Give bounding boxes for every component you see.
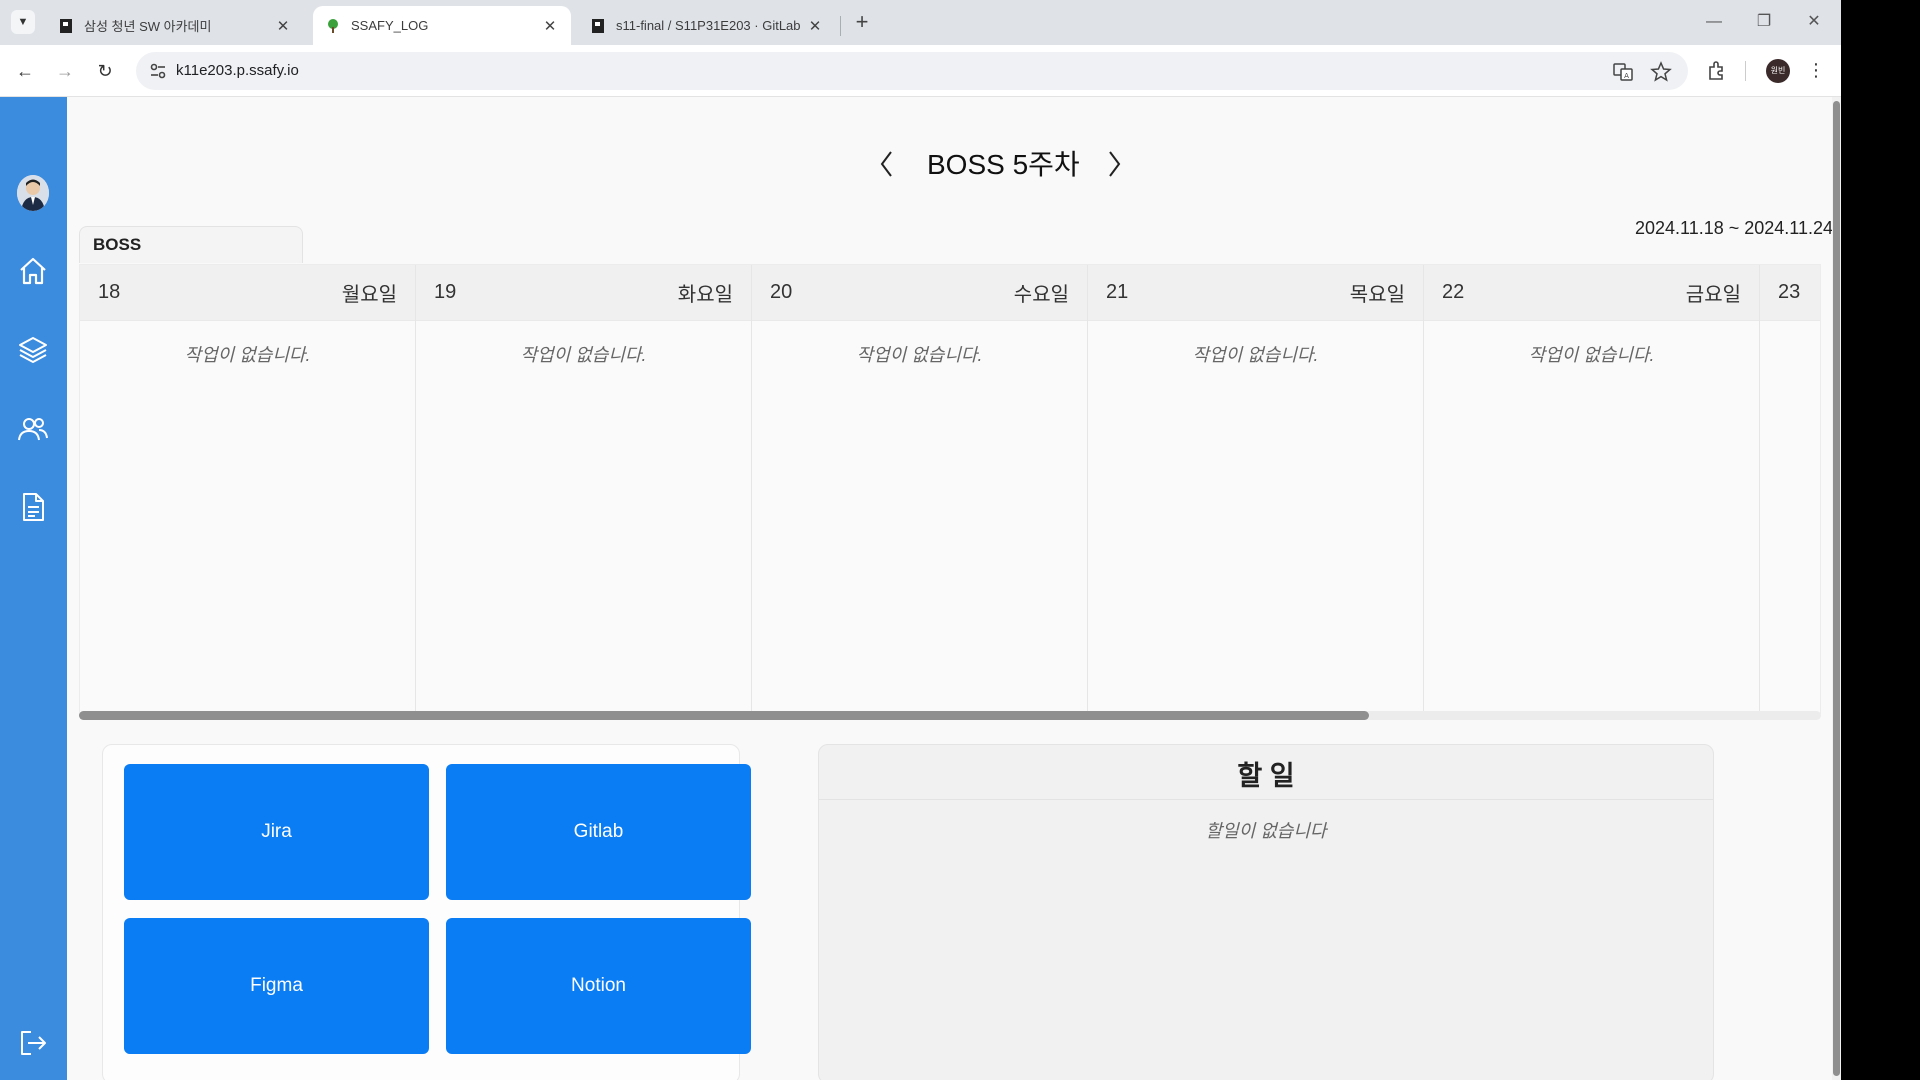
browser-tab-gitlab[interactable]: s11-final / S11P31E203 · GitLab ✕ — [578, 6, 836, 45]
browser-tab-ssafy-academy[interactable]: 삼성 청년 SW 아카데미 ✕ — [46, 6, 304, 45]
weekly-calendar: 18 월요일 작업이 없습니다. 19 화요일 작업이 없습니다. 20 수요일… — [79, 264, 1821, 714]
todo-title: 할 일 — [819, 745, 1713, 800]
week-title: BOSS 5주차 — [927, 149, 1080, 180]
day-empty-message: 작업이 없습니다. — [1192, 345, 1319, 365]
day-header: 21 목요일 — [1088, 265, 1423, 321]
jira-button[interactable]: Jira — [124, 764, 429, 900]
ssafy-favicon-icon — [58, 18, 74, 34]
day-weekday: 월요일 — [341, 284, 397, 306]
chevron-right-icon[interactable] — [1103, 149, 1125, 179]
day-date: 18 — [98, 281, 121, 303]
close-icon[interactable]: ✕ — [274, 17, 292, 35]
tab-title: s11-final / S11P31E203 · GitLab — [616, 18, 801, 33]
tab-search-button[interactable]: ▼ — [11, 10, 35, 34]
date-range: 2024.11.18 ~ 2024.11.24 — [1634, 218, 1833, 238]
site-settings-icon[interactable] — [148, 61, 168, 81]
day-weekday: 수요일 — [1013, 284, 1069, 306]
forward-button[interactable]: → — [51, 57, 79, 85]
day-weekday: 목요일 — [1349, 284, 1405, 306]
day-column: 23 — [1760, 265, 1820, 713]
project-tab[interactable]: BOSS — [79, 226, 303, 263]
day-empty-message: 작업이 없습니다. — [1528, 345, 1655, 365]
tab-divider — [840, 16, 841, 36]
todo-panel: 할 일 할일이 없습니다 — [818, 744, 1714, 1080]
chevron-down-icon: ▼ — [17, 16, 29, 28]
day-empty-message: 작업이 없습니다. — [520, 345, 647, 365]
restore-button[interactable]: ❐ — [1744, 8, 1784, 36]
day-header: 18 월요일 — [80, 265, 415, 321]
new-tab-button[interactable]: + — [848, 8, 876, 36]
day-column: 20 수요일 작업이 없습니다. — [752, 265, 1088, 713]
address-bar[interactable]: k11e203.p.ssafy.io A — [136, 52, 1688, 90]
tab-title: SSAFY_LOG — [351, 18, 429, 33]
day-header: 19 화요일 — [416, 265, 751, 321]
close-icon: ✕ — [1807, 13, 1821, 30]
day-column: 21 목요일 작업이 없습니다. — [1088, 265, 1424, 713]
back-button[interactable]: ← — [11, 57, 39, 85]
profile-avatar[interactable]: 원빈 — [1766, 59, 1790, 83]
day-weekday: 화요일 — [677, 284, 733, 306]
layers-icon[interactable] — [17, 334, 49, 366]
week-navigation: BOSS 5주차 — [67, 143, 1841, 183]
arrow-right-icon: → — [56, 61, 74, 81]
day-header: 20 수요일 — [752, 265, 1087, 321]
users-icon[interactable] — [17, 413, 49, 445]
browser-tab-ssafy-log[interactable]: SSAFY_LOG ✕ — [313, 6, 571, 45]
svg-text:A: A — [1624, 72, 1629, 80]
day-empty-message: 작업이 없습니다. — [184, 345, 311, 365]
reload-icon: ↻ — [97, 61, 113, 81]
restore-icon: ❐ — [1756, 13, 1772, 30]
screen: ▼ 삼성 청년 SW 아카데미 ✕ SSAFY_LOG ✕ s11-final … — [0, 0, 1841, 1080]
page-scrollbar[interactable] — [1832, 97, 1841, 1080]
app-sidebar — [0, 97, 67, 1080]
extensions-icon[interactable] — [1705, 59, 1729, 83]
day-date: 23 — [1778, 281, 1801, 303]
arrow-left-icon: ← — [16, 61, 34, 81]
day-empty-message: 작업이 없습니다. — [856, 345, 983, 365]
day-date: 19 — [434, 281, 457, 303]
home-icon[interactable] — [17, 255, 49, 287]
bookmark-star-icon[interactable] — [1650, 61, 1672, 83]
browser-menu-icon[interactable]: ⋮ — [1806, 59, 1826, 83]
day-date: 21 — [1106, 281, 1129, 303]
gitlab-button[interactable]: Gitlab — [446, 764, 751, 900]
close-window-button[interactable]: ✕ — [1794, 8, 1834, 36]
chevron-left-icon[interactable] — [876, 149, 898, 179]
screen-edge — [1841, 0, 1920, 1080]
reload-button[interactable]: ↻ — [91, 57, 119, 85]
document-icon[interactable] — [17, 491, 49, 523]
translate-icon[interactable]: A — [1612, 61, 1634, 83]
ssafy-favicon-icon — [590, 18, 606, 34]
leaf-favicon-icon — [325, 18, 341, 34]
calendar-scrollbar-thumb[interactable] — [79, 711, 1369, 720]
page-scrollbar-thumb[interactable] — [1833, 101, 1840, 1076]
todo-empty-message: 할일이 없습니다 — [1205, 821, 1327, 841]
tab-title: 삼성 청년 SW 아카데미 — [84, 19, 212, 34]
day-column: 22 금요일 작업이 없습니다. — [1424, 265, 1760, 713]
day-header: 22 금요일 — [1424, 265, 1759, 321]
notion-button[interactable]: Notion — [446, 918, 751, 1054]
url-text: k11e203.p.ssafy.io — [176, 62, 299, 79]
logout-icon[interactable] — [17, 1027, 49, 1059]
plus-icon: + — [855, 9, 869, 34]
day-date: 20 — [770, 281, 793, 303]
minimize-button[interactable]: — — [1694, 8, 1734, 36]
links-panel: Jira Gitlab Figma Notion — [102, 744, 751, 1080]
day-weekday: 금요일 — [1685, 284, 1741, 306]
day-column: 18 월요일 작업이 없습니다. — [80, 265, 416, 713]
minimize-icon: — — [1706, 13, 1722, 30]
figma-button[interactable]: Figma — [124, 918, 429, 1054]
main-content: BOSS 5주차 BOSS 2024.11.18 ~ 2024.11.24 18… — [67, 97, 1841, 1080]
user-avatar[interactable] — [17, 175, 49, 211]
close-icon[interactable]: ✕ — [806, 17, 824, 35]
toolbar-divider — [1745, 61, 1746, 81]
day-date: 22 — [1442, 281, 1465, 303]
day-column: 19 화요일 작업이 없습니다. — [416, 265, 752, 713]
day-header: 23 — [1760, 265, 1820, 321]
browser-toolbar: ← → ↻ k11e203.p.ssafy.io A 원빈 ⋮ — [0, 45, 1841, 97]
close-icon[interactable]: ✕ — [541, 17, 559, 35]
browser-tab-strip: ▼ 삼성 청년 SW 아카데미 ✕ SSAFY_LOG ✕ s11-final … — [0, 0, 1841, 45]
